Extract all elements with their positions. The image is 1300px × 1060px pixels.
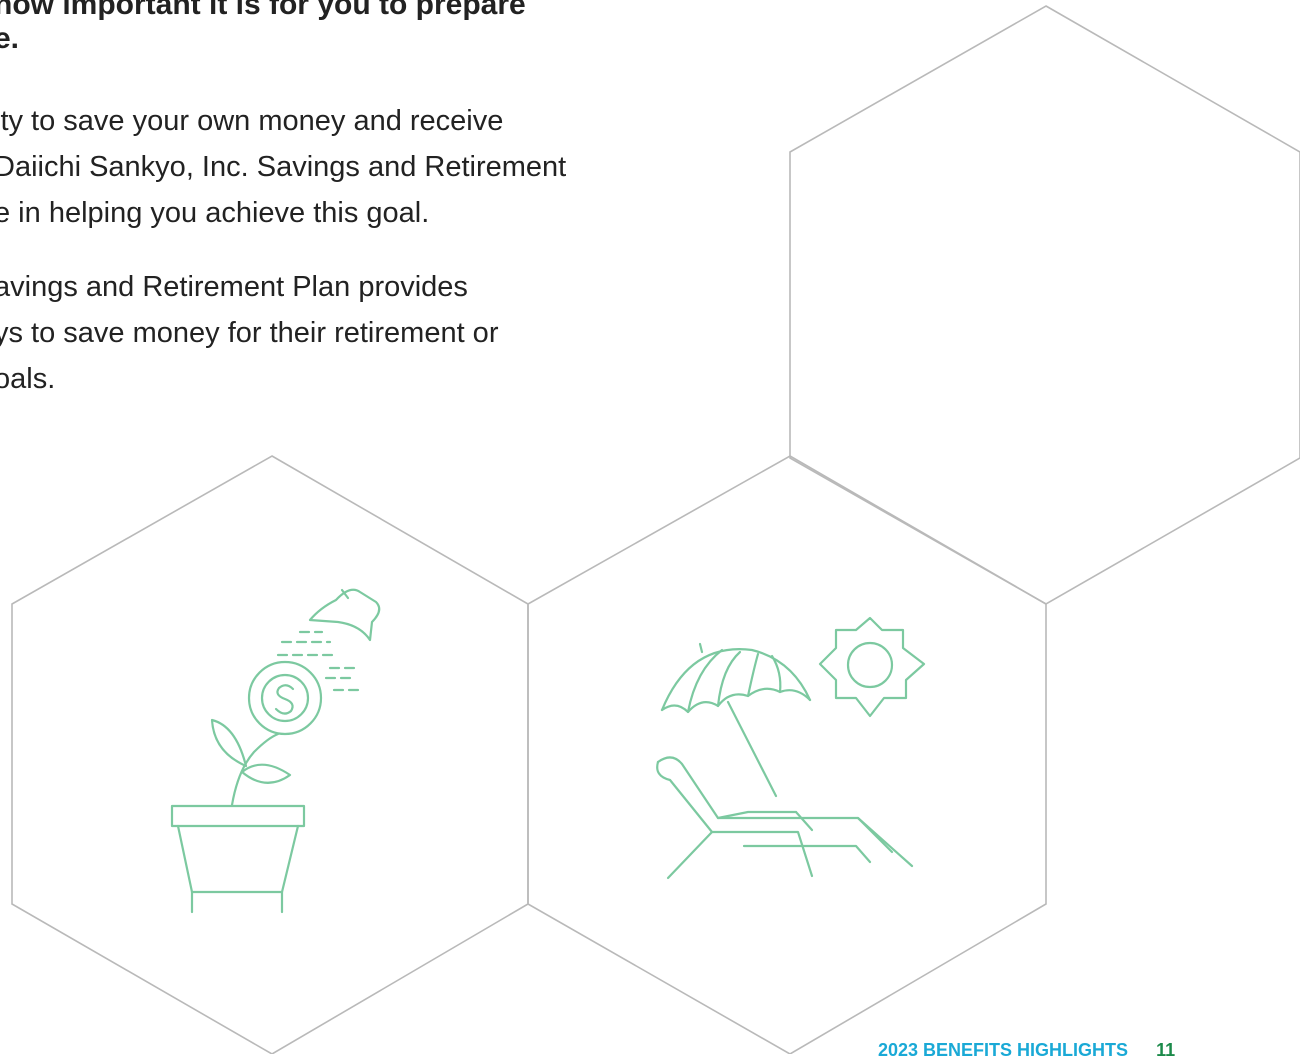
page-number: 11 <box>1156 1040 1176 1060</box>
hexagon-bottom-left <box>11 455 529 1054</box>
footer-title: 2023 BENEFITS HIGHLIGHTS <box>878 1040 1129 1060</box>
hexagon-outlines <box>11 5 1300 1054</box>
hexagon-illustration-panel <box>11 5 1300 1054</box>
plant-with-dollar-coin-icon <box>170 588 381 914</box>
hexagon-bottom-center <box>527 455 1047 1054</box>
beach-chair-umbrella-sun-icon <box>656 616 926 880</box>
hexagon-top-right <box>789 5 1300 605</box>
page-footer: 2023 BENEFITS HIGHLIGHTS 11 <box>878 1040 1175 1060</box>
